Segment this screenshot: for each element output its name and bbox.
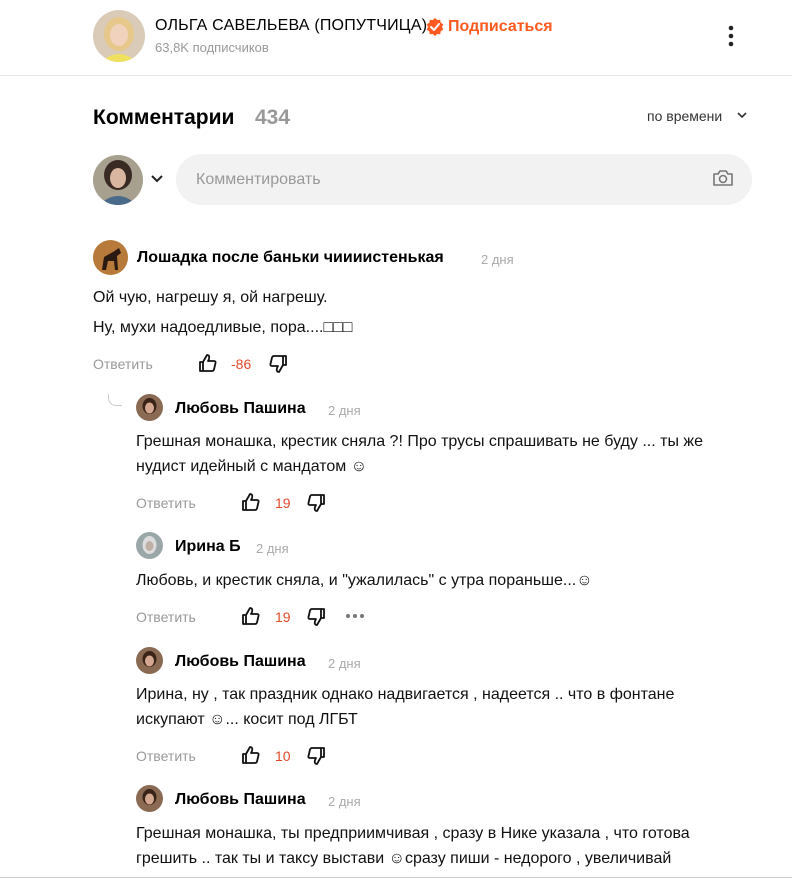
vertical-dots-icon[interactable] xyxy=(722,24,740,48)
comment-text-line: Любовь, и крестик сняла, и "ужалилась" с… xyxy=(136,572,593,589)
comment-author[interactable]: Любовь Пашина xyxy=(175,400,306,418)
thumbs-down-icon[interactable] xyxy=(306,493,326,513)
thumbs-down-icon[interactable] xyxy=(268,354,288,374)
comment-text-line: Грешная монашка, ты предприимчивая , сра… xyxy=(136,825,690,842)
verified-check-icon xyxy=(426,18,444,36)
comment-text-line: Ирина, ну , так праздник однако надвигае… xyxy=(136,686,675,703)
thumbs-down-icon[interactable] xyxy=(306,607,326,627)
avatar[interactable] xyxy=(93,240,128,275)
channel-avatar[interactable] xyxy=(93,10,145,62)
comment-input[interactable]: Комментировать xyxy=(176,154,752,205)
reply-button[interactable]: Ответить xyxy=(136,609,196,625)
comments-title: Комментарии xyxy=(93,106,235,129)
channel-name[interactable]: ОЛЬГА САВЕЛЬЕВА (ПОПУТЧИЦА) xyxy=(155,17,427,35)
thumbs-up-icon[interactable] xyxy=(241,492,261,512)
user-avatar[interactable] xyxy=(93,155,143,205)
comment-date: 2 дня xyxy=(328,403,361,418)
thumbs-up-icon[interactable] xyxy=(198,353,218,373)
divider xyxy=(0,877,792,878)
comment-author[interactable]: Любовь Пашина xyxy=(175,791,306,809)
chevron-down-icon[interactable] xyxy=(149,172,165,186)
comments-count: 434 xyxy=(255,106,291,129)
comment-text-line: искупают ☺... косит под ЛГБТ xyxy=(136,711,358,728)
camera-icon[interactable] xyxy=(712,168,734,188)
comment-score: -86 xyxy=(231,356,252,372)
more-options-icon[interactable] xyxy=(345,613,365,619)
reply-button[interactable]: Ответить xyxy=(136,748,196,764)
comment-date: 2 дня xyxy=(481,252,514,267)
avatar[interactable] xyxy=(136,394,163,421)
subscriber-count: 63,8K подписчиков xyxy=(155,40,269,55)
thumbs-up-icon[interactable] xyxy=(241,606,261,626)
comment-date: 2 дня xyxy=(328,794,361,809)
comment-text-line: Ну, мухи надоедливые, пора....□□□ xyxy=(93,319,353,336)
comment-score: 10 xyxy=(275,748,291,764)
comment-score: 19 xyxy=(275,609,291,625)
channel-header: ОЛЬГА САВЕЛЬЕВА (ПОПУТЧИЦА) Подписаться … xyxy=(0,0,792,76)
chevron-down-icon[interactable] xyxy=(736,110,748,120)
comment-date: 2 дня xyxy=(328,656,361,671)
thread-connector xyxy=(108,394,122,406)
sort-dropdown[interactable]: по времени xyxy=(647,108,722,124)
thumbs-down-icon[interactable] xyxy=(306,746,326,766)
comment-text-line: нудист идейный с мандатом ☺ xyxy=(136,458,368,475)
comment-author[interactable]: Любовь Пашина xyxy=(175,653,306,671)
comment-text-line: Грешная монашка, крестик сняла ?! Про тр… xyxy=(136,433,703,450)
comment-placeholder: Комментировать xyxy=(196,171,321,188)
comment-author[interactable]: Ирина Б xyxy=(175,538,241,556)
avatar[interactable] xyxy=(136,532,163,559)
avatar[interactable] xyxy=(136,647,163,674)
subscribe-button[interactable]: Подписаться xyxy=(448,18,553,36)
avatar[interactable] xyxy=(136,785,163,812)
reply-button[interactable]: Ответить xyxy=(136,495,196,511)
thumbs-up-icon[interactable] xyxy=(241,745,261,765)
comment-text-line: грешить .. так ты и таксу выстави ☺сразу… xyxy=(136,850,672,867)
comment-score: 19 xyxy=(275,495,291,511)
comment-author[interactable]: Лошадка после баньки чиииистенькая xyxy=(137,249,444,267)
reply-button[interactable]: Ответить xyxy=(93,356,153,372)
comment-text-line: Ой чую, нагрешу я, ой нагрешу. xyxy=(93,289,328,306)
comment-date: 2 дня xyxy=(256,541,289,556)
